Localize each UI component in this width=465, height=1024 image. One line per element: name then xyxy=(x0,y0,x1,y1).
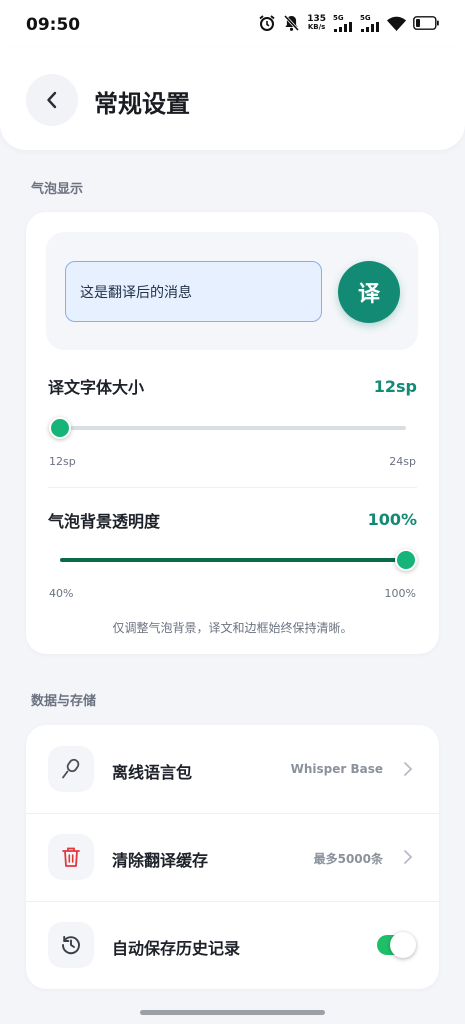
opacity-label: 气泡背景透明度 xyxy=(48,512,161,531)
signal-2-label: 5G xyxy=(360,14,371,22)
font-size-slider[interactable] xyxy=(49,416,416,440)
auto-save-history-row[interactable]: 自动保存历史记录 xyxy=(26,901,439,989)
font-size-value: 12sp xyxy=(373,377,417,396)
chevron-left-icon xyxy=(47,91,57,109)
signal-bars-icon xyxy=(361,22,379,32)
storage-settings-card: 离线语言包 Whisper Base 清除翻译缓存 最多5000条 自动保存历史… xyxy=(26,725,439,989)
bubble-settings-card: 这是翻译后的消息 译 译文字体大小 12sp 12sp 24sp 气泡背景透明度… xyxy=(26,212,439,654)
auto-save-toggle[interactable] xyxy=(377,932,416,958)
signal-1-label: 5G xyxy=(333,14,344,22)
translate-fab-label: 译 xyxy=(357,282,380,307)
signal-2: 5G xyxy=(360,14,380,32)
row-value: Whisper Base xyxy=(290,762,383,776)
slider-track xyxy=(60,426,406,430)
row-label: 清除翻译缓存 xyxy=(112,851,209,870)
font-size-label: 译文字体大小 xyxy=(48,378,145,397)
row-value: 最多5000条 xyxy=(313,852,383,866)
toggle-knob xyxy=(390,932,416,958)
opacity-max-label: 100% xyxy=(384,587,416,600)
font-size-min-label: 12sp xyxy=(49,455,76,468)
offline-language-pack-row[interactable]: 离线语言包 Whisper Base xyxy=(26,725,439,813)
opacity-value: 100% xyxy=(367,510,417,529)
net-speed-unit: KB/s xyxy=(307,23,326,31)
slider-thumb[interactable] xyxy=(49,417,71,439)
preview-bubble: 这是翻译后的消息 xyxy=(65,261,322,322)
slider-fill xyxy=(60,558,406,562)
history-icon xyxy=(48,922,94,968)
opacity-note: 仅调整气泡背景，译文和边框始终保持清晰。 xyxy=(112,621,353,635)
opacity-slider[interactable] xyxy=(50,548,417,572)
microphone-icon xyxy=(48,746,94,792)
net-speed: 135 KB/s xyxy=(307,15,326,31)
preview-bubble-text: 这是翻译后的消息 xyxy=(80,284,192,301)
page-header: 常规设置 xyxy=(0,48,465,150)
section-title-bubble: 气泡显示 xyxy=(31,182,84,197)
clear-cache-row[interactable]: 清除翻译缓存 最多5000条 xyxy=(26,813,439,901)
alarm-icon xyxy=(258,14,276,32)
chevron-right-icon xyxy=(404,762,413,776)
wifi-icon xyxy=(387,16,406,31)
page-title: 常规设置 xyxy=(94,90,190,118)
battery-icon xyxy=(413,16,439,30)
status-bar: 09:50 135 KB/s 5G 5G xyxy=(0,0,465,50)
home-indicator[interactable] xyxy=(140,1010,325,1015)
section-title-storage: 数据与存储 xyxy=(31,694,97,709)
bubble-preview: 这是翻译后的消息 译 xyxy=(46,232,418,350)
divider xyxy=(48,487,417,488)
row-label: 离线语言包 xyxy=(112,763,193,782)
row-label: 自动保存历史记录 xyxy=(112,939,241,958)
slider-thumb[interactable] xyxy=(395,549,417,571)
trash-icon xyxy=(48,834,94,880)
status-icons: 135 KB/s 5G 5G xyxy=(258,14,439,32)
opacity-min-label: 40% xyxy=(49,587,74,600)
font-size-max-label: 24sp xyxy=(389,455,416,468)
mute-bell-icon xyxy=(283,14,300,32)
back-button[interactable] xyxy=(26,74,78,126)
chevron-right-icon xyxy=(404,850,413,864)
signal-1: 5G xyxy=(333,14,353,32)
translate-fab-button[interactable]: 译 xyxy=(338,261,400,323)
status-time: 09:50 xyxy=(26,15,81,35)
signal-bars-icon xyxy=(334,22,352,32)
